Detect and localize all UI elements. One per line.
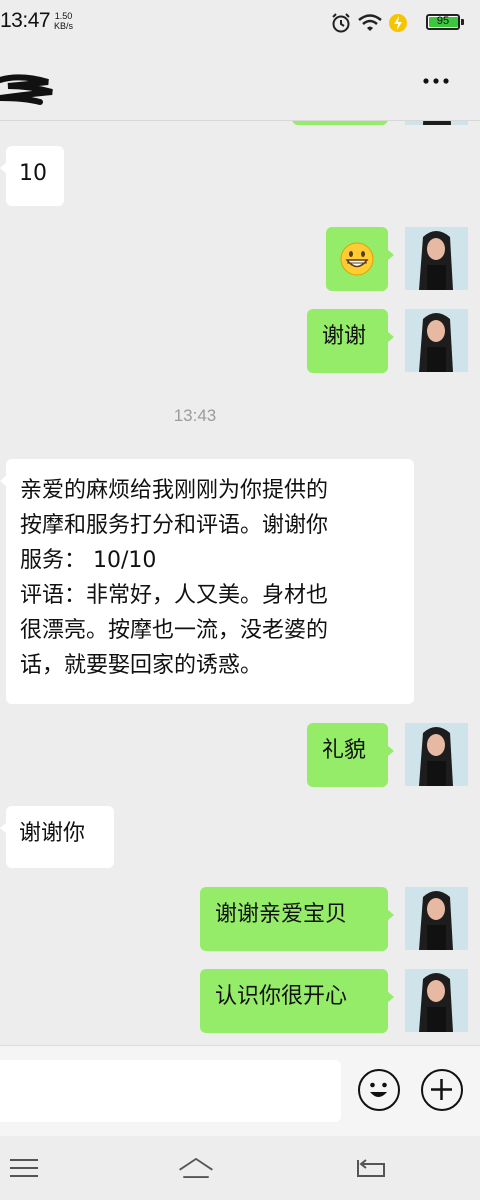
status-icons: 95 [330, 12, 464, 34]
emoji-icon [370, 1082, 387, 1097]
more-dots-icon [423, 78, 449, 84]
alarm-icon [332, 13, 350, 33]
avatar[interactable] [405, 887, 468, 950]
network-speed: 1.50 KB/s [54, 11, 73, 31]
avatar[interactable] [405, 969, 468, 1032]
status-bar: 13:47 1.50 KB/s 95 [0, 0, 480, 46]
more-button[interactable] [418, 66, 454, 96]
avatar[interactable] [405, 309, 468, 372]
message-input[interactable] [0, 1060, 341, 1122]
battery-tip [461, 19, 464, 25]
grinning-face-icon [340, 242, 374, 276]
message-bubble-incoming[interactable]: 亲爱的麻烦给我刚刚为你提供的 按摩和服务打分和评语。谢谢你 服务： 10/10 … [0, 459, 414, 704]
menu-icon[interactable] [4, 1152, 44, 1184]
battery-icon: 95 [426, 14, 460, 30]
message-bubble-outgoing[interactable]: 谢谢亲爱宝贝 [200, 887, 394, 951]
message-bubble-incoming[interactable]: 谢谢你 [0, 806, 114, 868]
plus-button[interactable] [421, 1069, 463, 1111]
message-list[interactable]: 10 谢谢 13:43 亲爱的麻烦给我刚刚为你提供的 按摩和服务打分和评语。谢谢… [0, 121, 480, 1045]
wifi-icon [358, 14, 382, 31]
message-bubble-outgoing[interactable]: 谢谢 [307, 309, 394, 373]
message-bubble-emoji[interactable] [326, 227, 394, 291]
system-nav-bar [0, 1136, 480, 1200]
chat-header [0, 46, 480, 121]
network-speed-value: 1.50 [54, 11, 73, 21]
input-bar [0, 1045, 480, 1136]
avatar[interactable] [405, 723, 468, 786]
message-bubble-partial[interactable] [292, 121, 388, 125]
charging-icon [389, 14, 407, 32]
status-time: 13:47 [0, 9, 51, 32]
message-bubble-outgoing[interactable]: 认识你很开心 [200, 969, 394, 1033]
battery-level: 95 [436, 15, 450, 27]
message-bubble-outgoing[interactable]: 礼貌 [307, 723, 394, 787]
message-bubble-incoming[interactable]: 10 [0, 146, 64, 206]
contact-name-redacted [0, 74, 53, 105]
message-timestamp: 13:43 [173, 406, 217, 425]
home-icon[interactable] [176, 1152, 216, 1184]
plus-icon [431, 1079, 452, 1100]
emoji-button[interactable] [358, 1069, 400, 1111]
avatar[interactable] [405, 227, 468, 290]
network-speed-unit: KB/s [54, 21, 74, 31]
back-icon[interactable] [352, 1152, 392, 1184]
avatar[interactable] [405, 121, 468, 125]
